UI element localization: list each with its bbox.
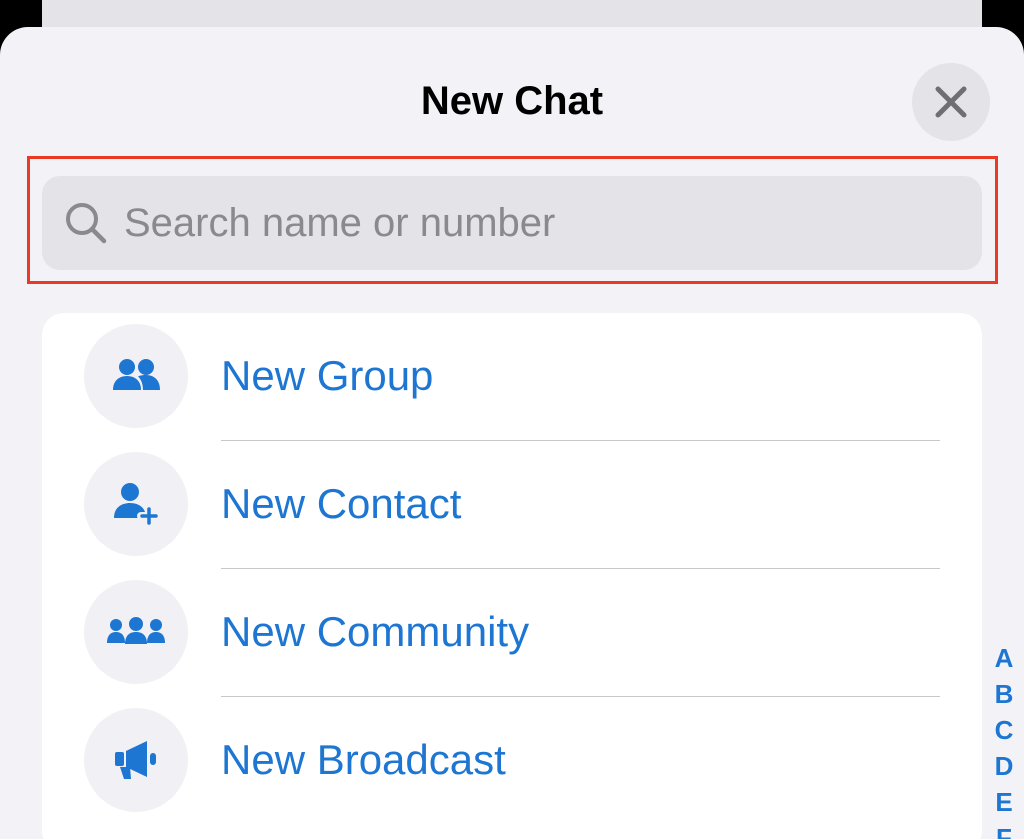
group-icon	[113, 359, 160, 390]
megaphone-icon	[115, 741, 156, 779]
new-contact-row[interactable]: New Contact	[42, 441, 982, 569]
new-group-row[interactable]: New Group	[42, 313, 982, 441]
actions-card: New Group New Contact New Community New …	[42, 313, 982, 839]
close-button[interactable]	[912, 63, 990, 141]
new-contact-label: New Contact	[221, 480, 462, 527]
close-icon	[935, 86, 967, 118]
new-community-label: New Community	[221, 608, 530, 655]
index-letter[interactable]: F	[996, 820, 1012, 839]
icon-circle	[84, 452, 188, 556]
index-letter[interactable]: C	[995, 712, 1014, 748]
new-community-row[interactable]: New Community	[42, 569, 982, 697]
index-letter[interactable]: D	[995, 748, 1014, 784]
index-letter[interactable]: E	[995, 784, 1012, 820]
index-letter[interactable]: B	[995, 676, 1014, 712]
icon-circle	[84, 324, 188, 428]
alphabet-index[interactable]: A B C D E F	[984, 640, 1024, 839]
new-group-label: New Group	[221, 352, 434, 399]
community-icon	[107, 617, 165, 644]
new-broadcast-row[interactable]: New Broadcast	[42, 697, 982, 825]
index-letter[interactable]: A	[995, 640, 1014, 676]
icon-circle	[84, 708, 188, 812]
add-contact-icon	[114, 483, 160, 528]
page-title: New Chat	[420, 79, 604, 123]
new-chat-sheet: New Chat New Group	[0, 27, 1024, 839]
new-broadcast-label: New Broadcast	[221, 736, 506, 783]
search-highlight-box	[27, 156, 998, 284]
icon-circle	[84, 580, 188, 684]
